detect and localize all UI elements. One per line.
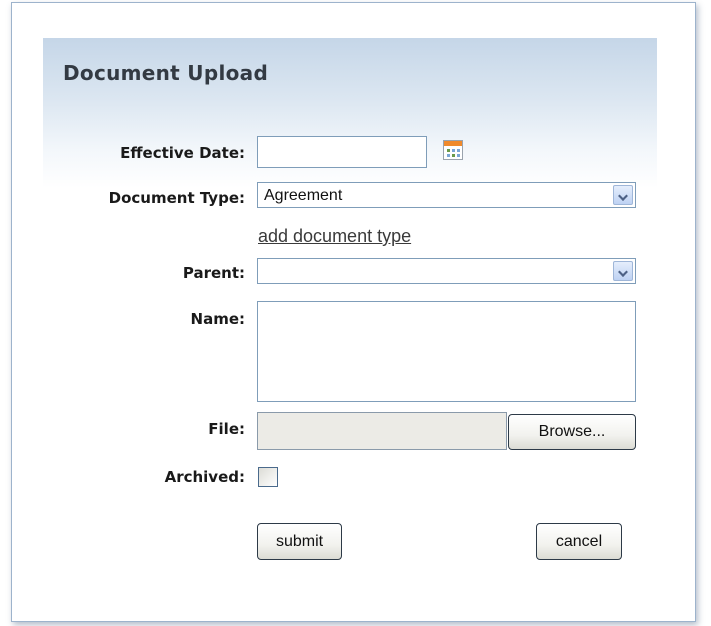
file-label: File: — [208, 420, 245, 438]
add-document-type-link[interactable]: add document type — [258, 226, 411, 247]
file-path-field[interactable] — [257, 412, 507, 450]
document-type-label: Document Type: — [108, 189, 245, 207]
document-type-select[interactable]: Agreement — [257, 182, 636, 208]
chevron-down-icon[interactable] — [613, 261, 633, 281]
effective-date-input[interactable] — [257, 136, 427, 168]
name-label: Name: — [190, 310, 245, 328]
parent-label: Parent: — [182, 264, 245, 282]
archived-label: Archived: — [164, 468, 245, 486]
browse-button[interactable]: Browse... — [508, 414, 636, 450]
parent-select[interactable] — [257, 258, 636, 284]
calendar-icon[interactable] — [443, 140, 463, 160]
name-textarea[interactable] — [257, 301, 636, 402]
document-type-selected-value: Agreement — [264, 187, 343, 204]
submit-button[interactable]: submit — [257, 523, 342, 560]
cancel-button[interactable]: cancel — [536, 523, 622, 560]
chevron-down-icon[interactable] — [613, 185, 633, 205]
effective-date-label: Effective Date: — [120, 144, 245, 162]
archived-checkbox[interactable] — [258, 467, 278, 487]
page-title: Document Upload — [63, 61, 269, 85]
